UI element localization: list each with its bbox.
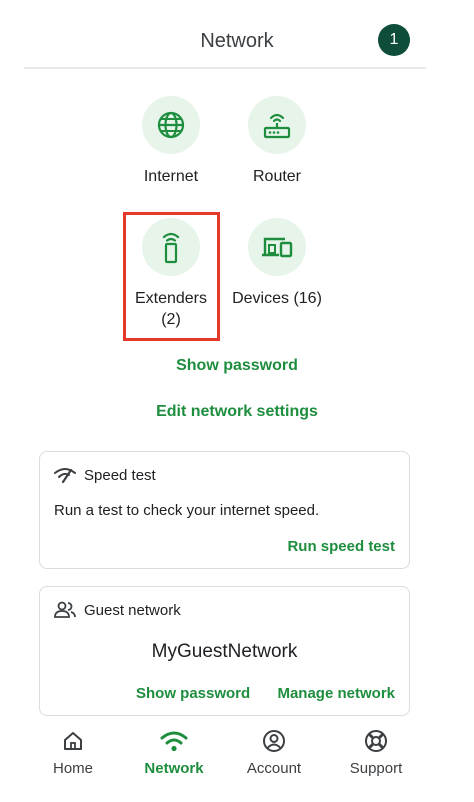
nav-network-label: Network [144, 760, 204, 777]
router-tile[interactable]: Router [222, 96, 332, 187]
nav-support-label: Support [349, 760, 403, 777]
devices-label: Devices (16) [232, 290, 322, 307]
people-icon [54, 601, 76, 618]
nav-home[interactable]: Home [23, 728, 123, 777]
show-password-link[interactable]: Show password [0, 357, 474, 375]
internet-tile[interactable]: Internet [116, 96, 226, 187]
router-icon-circle [248, 96, 306, 154]
guest-network-card: Guest network MyGuestNetwork Show passwo… [39, 586, 410, 716]
manage-network-button[interactable]: Manage network [277, 685, 395, 702]
notification-badge[interactable]: 1 [378, 24, 410, 56]
nav-network[interactable]: Network [124, 728, 224, 777]
extenders-highlight-box [123, 212, 220, 341]
nav-account-label: Account [246, 760, 302, 777]
edit-network-settings-link[interactable]: Edit network settings [0, 403, 474, 421]
devices-tile[interactable]: Devices (16) [222, 218, 332, 309]
devices-icon [262, 237, 293, 258]
home-icon [64, 732, 82, 750]
account-icon [263, 730, 285, 752]
network-screen: Network 1 Internet Router Extenders (2) … [0, 0, 474, 802]
nav-support[interactable]: Support [326, 728, 426, 777]
speed-test-description: Run a test to check your internet speed. [54, 502, 320, 519]
guest-show-password-button[interactable]: Show password [136, 685, 250, 702]
globe-icon [157, 111, 185, 139]
speed-test-card: Speed test Run a test to check your inte… [39, 451, 410, 569]
speed-test-title: Speed test [84, 466, 156, 484]
guest-network-name: MyGuestNetwork [151, 641, 298, 662]
guest-network-header: Guest network [54, 601, 181, 619]
support-icon [365, 730, 387, 752]
internet-label: Internet [143, 168, 199, 185]
app-header: Network 1 [0, 0, 474, 69]
guest-network-title: Guest network [84, 601, 181, 619]
devices-icon-circle [248, 218, 306, 276]
nav-home-label: Home [52, 760, 93, 777]
internet-icon-circle [142, 96, 200, 154]
header-divider [24, 67, 426, 69]
bottom-nav: Home Network Account Support [0, 718, 474, 802]
nav-account[interactable]: Account [224, 728, 324, 777]
run-speed-test-button[interactable]: Run speed test [287, 538, 395, 555]
router-icon [263, 113, 291, 139]
router-label: Router [252, 168, 302, 185]
wifi-icon [160, 731, 188, 752]
speed-icon [54, 468, 76, 484]
speed-test-header: Speed test [54, 466, 156, 484]
